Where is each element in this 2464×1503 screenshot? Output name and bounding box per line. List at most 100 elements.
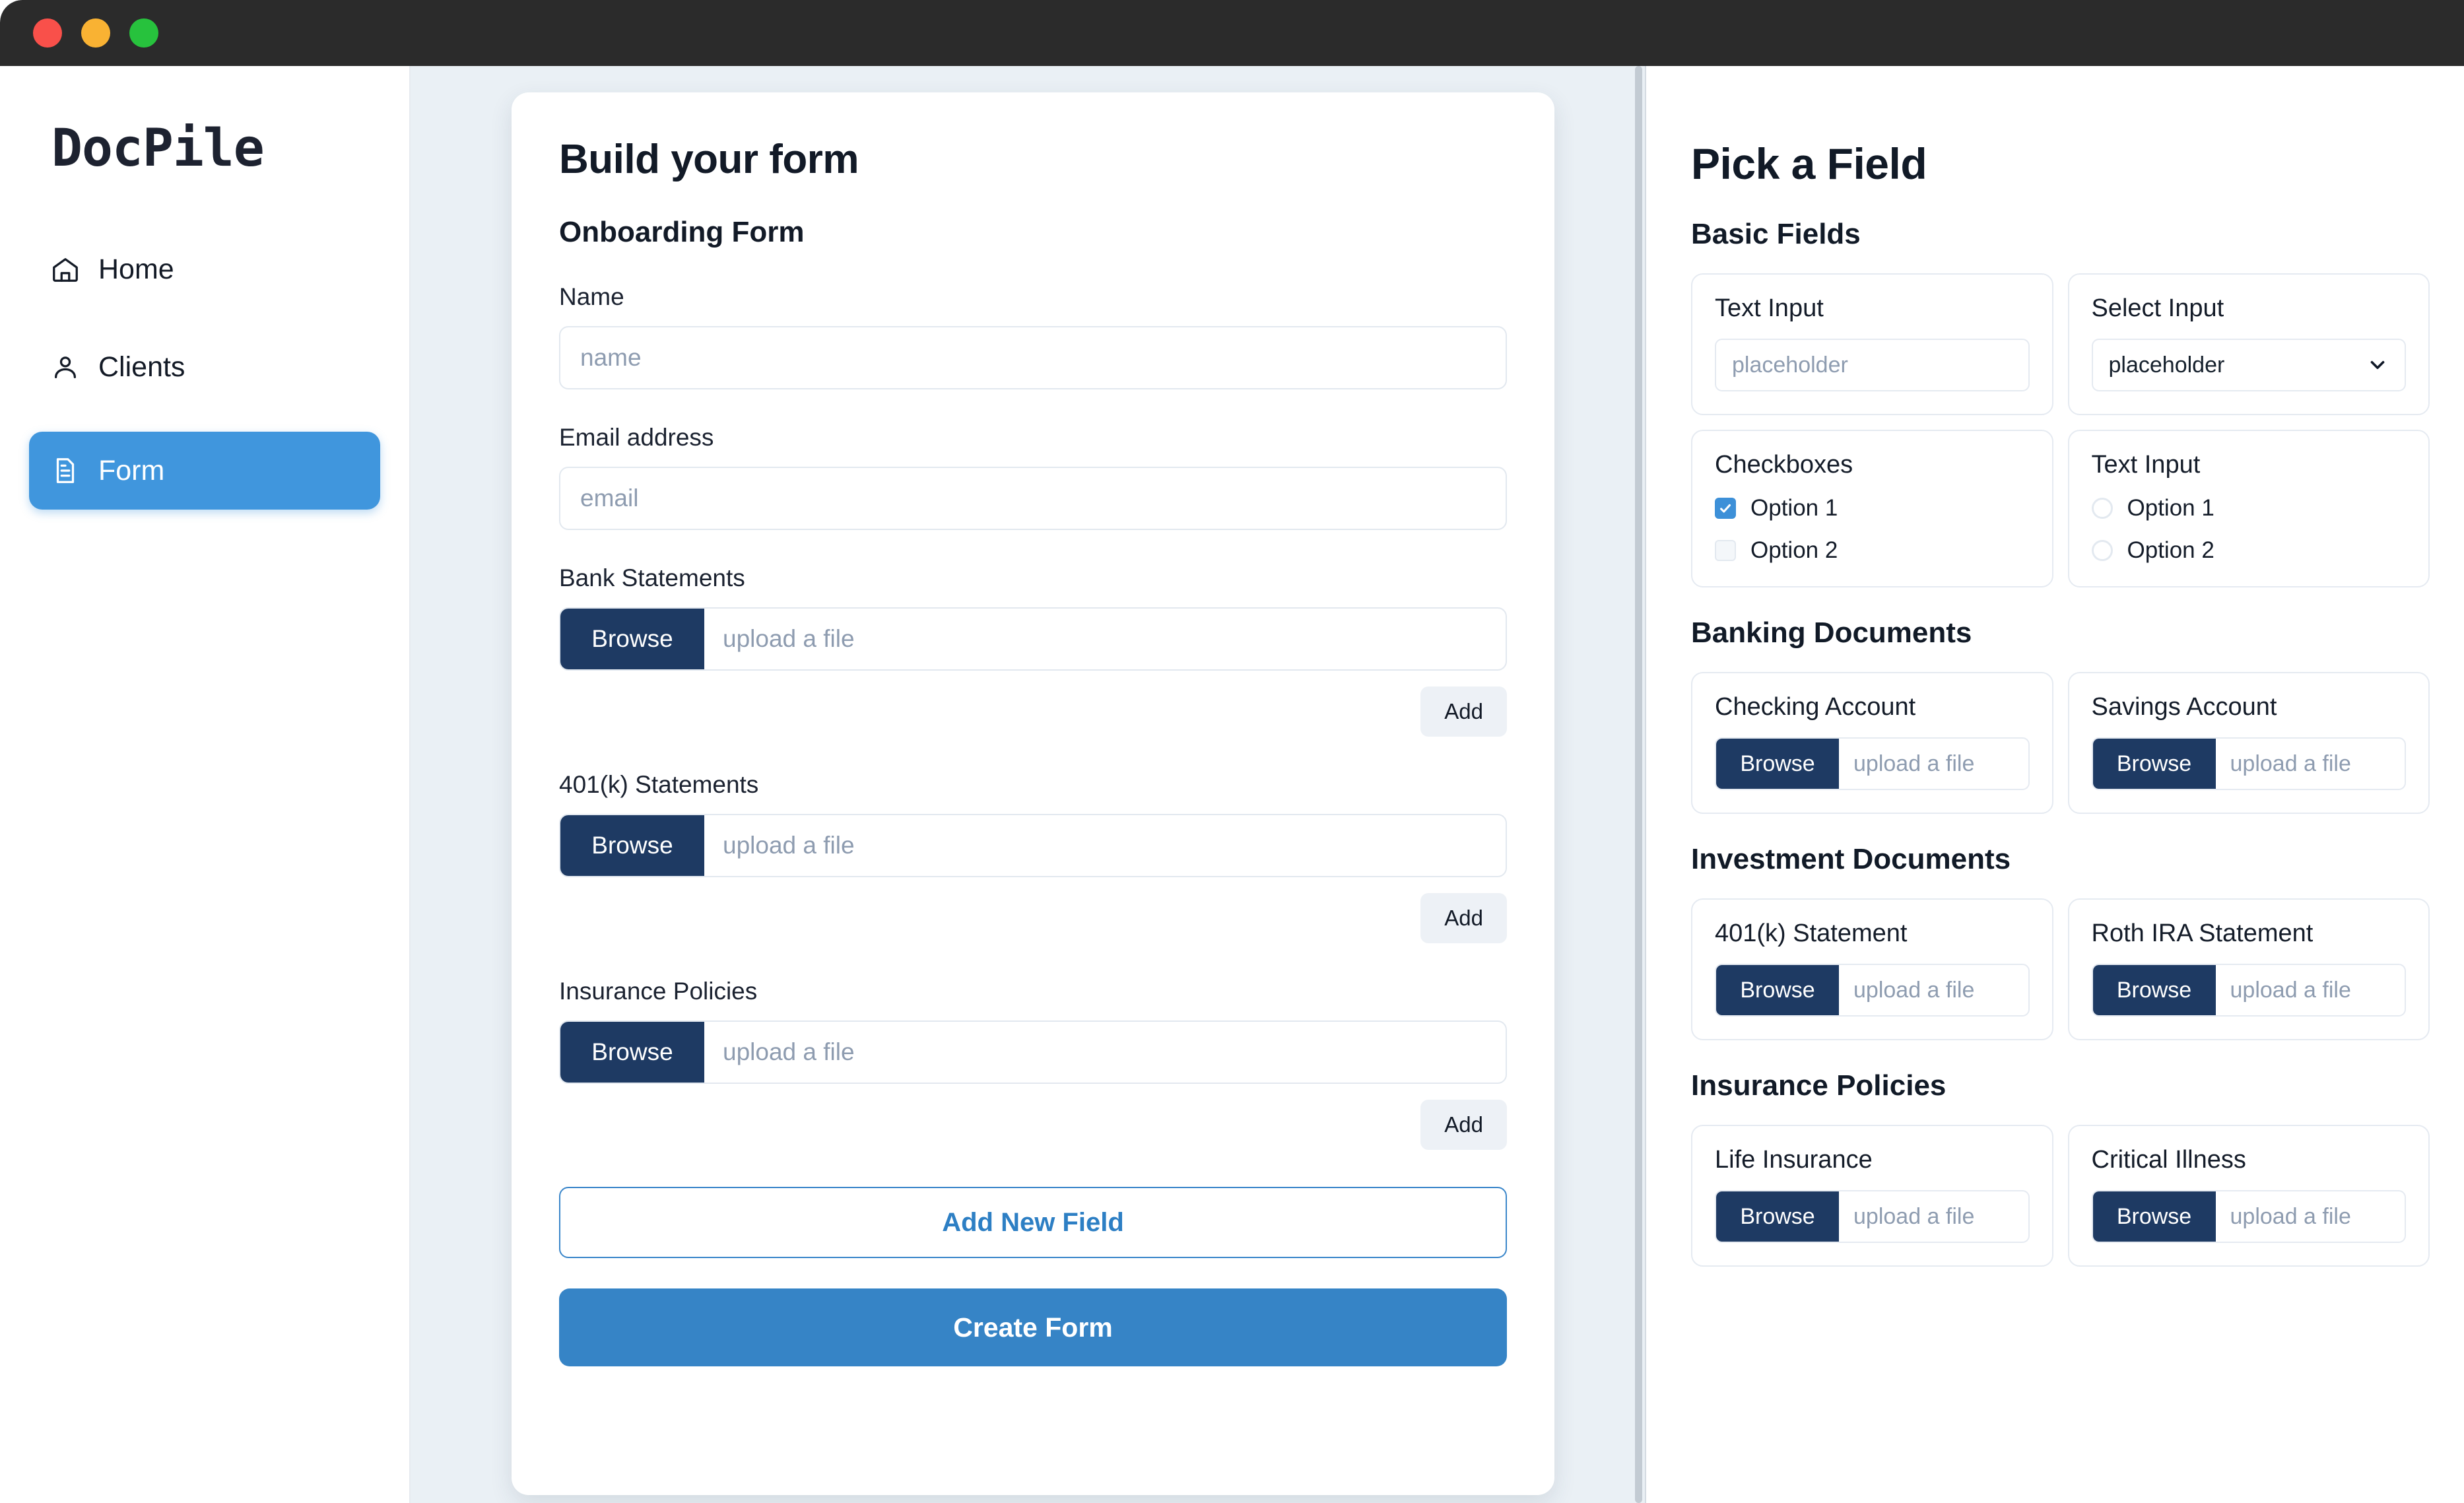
form-builder-card: Build your form Onboarding Form Name nam…	[512, 92, 1554, 1495]
pick-card-radios[interactable]: Text Input Option 1 Option 2	[2067, 430, 2430, 587]
file-upload-preview[interactable]: Browse upload a file	[1715, 737, 2030, 790]
field-label: Email address	[559, 424, 714, 451]
field-email: Email address email	[559, 424, 1507, 530]
add-row: Add	[559, 686, 1507, 737]
field-label: 401(k) Statements	[559, 771, 759, 798]
browse-button[interactable]: Browse	[1716, 739, 1839, 789]
file-upload-row[interactable]: Browse upload a file	[559, 814, 1507, 877]
pick-card-title: Checking Account	[1715, 693, 1916, 721]
file-upload-row[interactable]: Browse upload a file	[559, 1020, 1507, 1084]
radio-option[interactable]: Option 2	[2091, 537, 2407, 564]
file-upload-row[interactable]: Browse upload a file	[559, 607, 1507, 671]
file-placeholder[interactable]: upload a file	[1839, 739, 2028, 789]
sidebar-item-home[interactable]: Home	[29, 236, 380, 302]
app-body: DocPile Home Clients Form Build your for…	[0, 66, 2464, 1503]
window-titlebar	[0, 0, 2464, 66]
field-label: Insurance Policies	[559, 978, 758, 1005]
pick-card-life-insurance[interactable]: Life Insurance Browse upload a file	[1691, 1125, 2053, 1267]
add-button[interactable]: Add	[1420, 1100, 1507, 1150]
field-name: Name name	[559, 283, 1507, 389]
file-placeholder[interactable]: upload a file	[704, 815, 1506, 876]
browse-button[interactable]: Browse	[2092, 965, 2216, 1015]
sidebar-item-label: Clients	[98, 351, 185, 383]
radio-unchecked-icon[interactable]	[2091, 540, 2113, 561]
field-bank-statements: Bank Statements Browse upload a file Add	[559, 564, 1507, 737]
radio-unchecked-icon[interactable]	[2091, 498, 2113, 519]
pick-card-critical-illness[interactable]: Critical Illness Browse upload a file	[2067, 1125, 2430, 1267]
section-title-basic-fields: Basic Fields	[1691, 218, 1861, 250]
checkbox-option[interactable]: Option 1	[1715, 495, 2030, 521]
file-placeholder[interactable]: upload a file	[2216, 965, 2405, 1015]
browse-button[interactable]: Browse	[560, 815, 704, 876]
maximize-window-button[interactable]	[129, 18, 158, 48]
browse-button[interactable]: Browse	[560, 1022, 704, 1083]
browse-button[interactable]: Browse	[2092, 1191, 2216, 1242]
create-form-button[interactable]: Create Form	[559, 1288, 1507, 1366]
basic-fields-grid: Text Input placeholder Select Input plac…	[1691, 273, 2430, 587]
pick-card-title: Critical Illness	[2091, 1146, 2246, 1174]
pick-card-savings-account[interactable]: Savings Account Browse upload a file	[2067, 672, 2430, 814]
pick-card-title: Roth IRA Statement	[2091, 919, 2314, 947]
checkbox-unchecked-icon[interactable]	[1715, 540, 1736, 561]
add-button[interactable]: Add	[1420, 686, 1507, 737]
field-insurance-policies: Insurance Policies Browse upload a file …	[559, 978, 1507, 1150]
select-input-preview[interactable]: placeholder	[2091, 339, 2406, 391]
user-icon	[50, 352, 81, 382]
minimize-window-button[interactable]	[81, 18, 110, 48]
browse-button[interactable]: Browse	[2092, 739, 2216, 789]
browse-button[interactable]: Browse	[560, 609, 704, 669]
field-picker-panel: Pick a Field Basic Fields Text Input pla…	[1646, 66, 2464, 1503]
pick-card-text-input[interactable]: Text Input placeholder	[1691, 273, 2053, 415]
add-row: Add	[559, 893, 1507, 943]
sidebar-item-form[interactable]: Form	[29, 432, 380, 510]
add-button[interactable]: Add	[1420, 893, 1507, 943]
field-401k-statements: 401(k) Statements Browse upload a file A…	[559, 771, 1507, 943]
radio-label: Option 2	[2127, 537, 2214, 563]
page-title: Build your form	[559, 137, 859, 182]
form-canvas: Build your form Onboarding Form Name nam…	[411, 66, 1646, 1503]
file-placeholder[interactable]: upload a file	[704, 609, 1506, 669]
pick-card-title: 401(k) Statement	[1715, 919, 1908, 947]
browse-button[interactable]: Browse	[1716, 965, 1839, 1015]
sidebar-item-clients[interactable]: Clients	[29, 334, 380, 400]
file-placeholder[interactable]: upload a file	[1839, 965, 2028, 1015]
sidebar-item-label: Form	[98, 454, 165, 486]
pick-card-select-input[interactable]: Select Input placeholder	[2067, 273, 2430, 415]
file-upload-preview[interactable]: Browse upload a file	[2091, 737, 2406, 790]
pick-card-title: Life Insurance	[1715, 1146, 1873, 1174]
text-input-preview[interactable]: placeholder	[1715, 339, 2030, 391]
file-placeholder[interactable]: upload a file	[704, 1022, 1506, 1083]
checkbox-checked-icon[interactable]	[1715, 498, 1736, 519]
file-upload-preview[interactable]: Browse upload a file	[1715, 1190, 2030, 1243]
pick-card-checking-account[interactable]: Checking Account Browse upload a file	[1691, 672, 2053, 814]
file-placeholder[interactable]: upload a file	[1839, 1191, 2028, 1242]
file-upload-preview[interactable]: Browse upload a file	[2091, 964, 2406, 1017]
app-logo: DocPile	[51, 119, 265, 178]
pick-card-401k-statement[interactable]: 401(k) Statement Browse upload a file	[1691, 898, 2053, 1040]
home-icon	[50, 254, 81, 284]
canvas-scrollbar[interactable]	[1634, 66, 1643, 1503]
pick-card-title: Select Input	[2091, 294, 2224, 322]
file-upload-preview[interactable]: Browse upload a file	[1715, 964, 2030, 1017]
file-placeholder[interactable]: upload a file	[2216, 739, 2405, 789]
add-row: Add	[559, 1100, 1507, 1150]
browse-button[interactable]: Browse	[1716, 1191, 1839, 1242]
document-icon	[50, 455, 81, 486]
checkbox-option[interactable]: Option 2	[1715, 537, 2030, 564]
radio-option[interactable]: Option 1	[2091, 495, 2407, 521]
add-new-field-button[interactable]: Add New Field	[559, 1187, 1507, 1258]
select-value: placeholder	[2108, 352, 2225, 378]
pick-card-roth-ira-statement[interactable]: Roth IRA Statement Browse upload a file	[2067, 898, 2430, 1040]
close-window-button[interactable]	[33, 18, 62, 48]
file-upload-preview[interactable]: Browse upload a file	[2091, 1190, 2406, 1243]
email-input[interactable]: email	[559, 467, 1507, 530]
canvas-scrollbar-thumb[interactable]	[1635, 66, 1642, 1503]
file-placeholder[interactable]: upload a file	[2216, 1191, 2405, 1242]
picker-title: Pick a Field	[1691, 139, 1927, 188]
name-input[interactable]: name	[559, 326, 1507, 389]
pick-card-title: Text Input	[1715, 294, 1824, 322]
checkbox-label: Option 1	[1750, 495, 1838, 521]
sidebar-nav: Home Clients Form	[29, 236, 380, 510]
pick-card-checkboxes[interactable]: Checkboxes Option 1 Option 2	[1691, 430, 2053, 587]
app-window: DocPile Home Clients Form Build your for…	[0, 0, 2464, 1503]
